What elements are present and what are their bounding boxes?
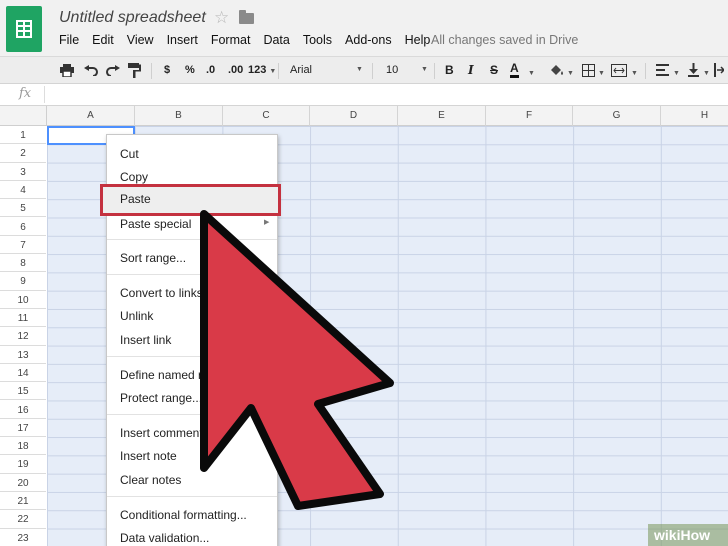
watermark-suffix: How	[680, 527, 711, 543]
arrow-pointer-icon	[200, 210, 394, 510]
watermark-prefix: wiki	[654, 527, 681, 543]
wikihow-watermark: wikiHow	[648, 524, 728, 546]
